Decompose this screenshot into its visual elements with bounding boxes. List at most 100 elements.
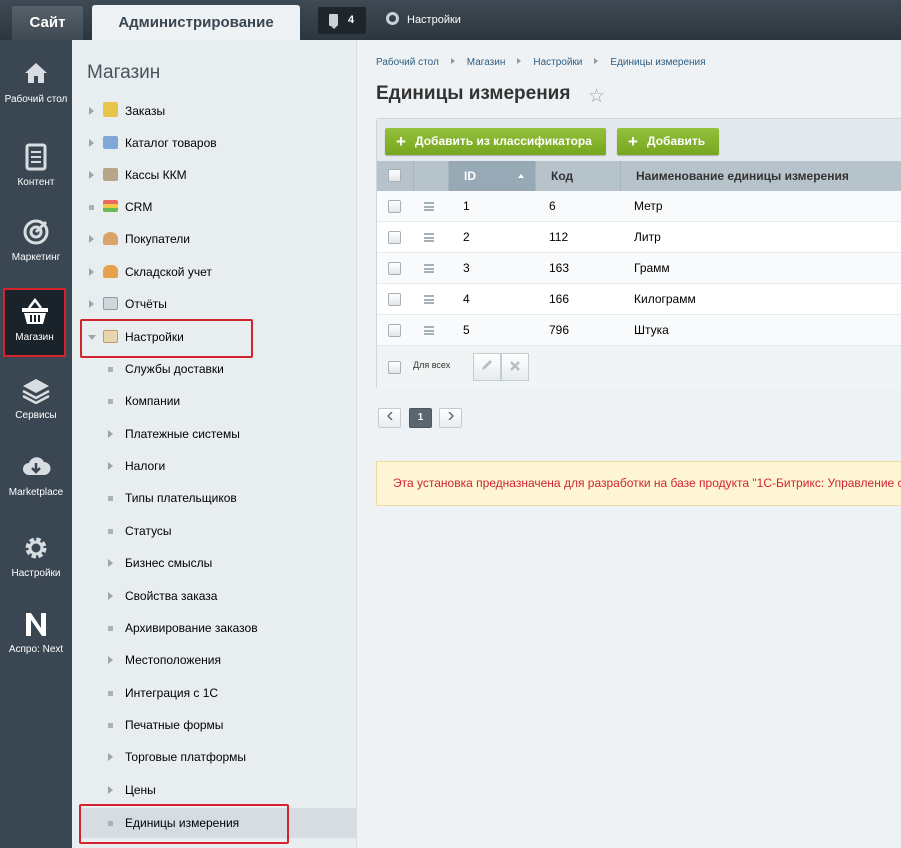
add-button[interactable]: + Добавить xyxy=(617,128,720,155)
header-label: ID xyxy=(464,169,476,183)
tree-subitem[interactable]: Цены xyxy=(72,775,357,805)
tree-item-customers[interactable]: Покупатели xyxy=(72,224,357,254)
tree-item-label: Платежные системы xyxy=(125,427,240,441)
tab-administration[interactable]: Администрирование xyxy=(92,5,300,40)
tree-subitem[interactable]: Статусы xyxy=(72,516,357,546)
bullet-icon xyxy=(108,529,113,534)
highlight-box xyxy=(79,804,289,844)
select-all-checkbox[interactable] xyxy=(388,169,401,182)
row-menu-icon[interactable] xyxy=(424,295,434,304)
tree-subitem[interactable]: Бизнес смыслы xyxy=(72,548,357,578)
row-checkbox[interactable] xyxy=(388,231,401,244)
expand-arrow-icon[interactable] xyxy=(89,235,94,243)
select-all-footer-checkbox[interactable] xyxy=(388,361,401,374)
document-icon xyxy=(0,143,72,171)
expand-arrow-icon[interactable] xyxy=(89,107,94,115)
expand-arrow-icon[interactable] xyxy=(108,786,113,794)
row-menu-icon[interactable] xyxy=(424,326,434,335)
bullet-icon xyxy=(108,367,113,372)
rail-item-aspro-next[interactable]: Аспро: Next xyxy=(0,610,72,685)
highlight-box xyxy=(80,319,253,358)
row-checkbox[interactable] xyxy=(388,262,401,275)
breadcrumb-item[interactable]: Настройки xyxy=(533,57,582,68)
settings-link[interactable]: Настройки xyxy=(386,12,461,26)
rail-label: Рабочий стол xyxy=(4,94,68,105)
tree-item-kkm[interactable]: Кассы ККМ xyxy=(72,160,357,190)
tree-item-label: Отчёты xyxy=(125,297,167,311)
tree-subitem[interactable]: Печатные формы xyxy=(72,710,357,740)
tree-subitem[interactable]: Торговые платформы xyxy=(72,742,357,772)
row-checkbox[interactable] xyxy=(388,293,401,306)
tree-subitem[interactable]: Службы доставки xyxy=(72,354,357,384)
tree-item-reports[interactable]: Отчёты xyxy=(72,289,357,319)
breadcrumb-item[interactable]: Единицы измерения xyxy=(610,57,705,68)
expand-arrow-icon[interactable] xyxy=(89,171,94,179)
expand-arrow-icon[interactable] xyxy=(108,462,113,470)
next-page-button[interactable] xyxy=(439,408,462,428)
rail-item-shop[interactable]: Магазин xyxy=(3,288,66,357)
row-menu-icon[interactable] xyxy=(424,202,434,211)
delete-button[interactable] xyxy=(501,353,529,381)
header-select-all xyxy=(377,161,413,191)
tree-item-label: CRM xyxy=(125,200,153,214)
table-row[interactable]: 4 166 Килограмм xyxy=(377,284,901,315)
home-icon xyxy=(0,60,72,88)
tree-subitem[interactable]: Интеграция с 1С xyxy=(72,678,357,708)
expand-arrow-icon[interactable] xyxy=(89,139,94,147)
row-checkbox[interactable] xyxy=(388,324,401,337)
rail-item-content[interactable]: Контент xyxy=(0,143,72,218)
header-name[interactable]: Наименование единицы измерения xyxy=(620,161,901,191)
tree-item-orders[interactable]: Заказы xyxy=(72,96,357,126)
expand-arrow-icon[interactable] xyxy=(108,559,113,567)
expand-arrow-icon[interactable] xyxy=(108,430,113,438)
tree-item-label: Статусы xyxy=(125,524,172,538)
table-row[interactable]: 2 112 Литр xyxy=(377,222,901,253)
row-menu-icon[interactable] xyxy=(424,233,434,242)
tree-item-warehouse[interactable]: Складской учет xyxy=(72,257,357,287)
header-id[interactable]: ID xyxy=(448,161,535,191)
rail-item-desktop[interactable]: Рабочий стол xyxy=(0,60,72,135)
tree-item-label: Компании xyxy=(125,394,181,408)
table-row[interactable]: 5 796 Штука xyxy=(377,315,901,346)
tree-subitem[interactable]: Архивирование заказов xyxy=(72,613,357,643)
tree-subitem[interactable]: Типы плательщиков xyxy=(72,483,357,513)
tree-item-label: Местоположения xyxy=(125,653,221,667)
breadcrumb-item[interactable]: Рабочий стол xyxy=(376,57,439,68)
edit-button[interactable] xyxy=(473,353,501,381)
expand-arrow-icon[interactable] xyxy=(89,300,94,308)
row-menu-icon[interactable] xyxy=(424,264,434,273)
tree-subitem[interactable]: Платежные системы xyxy=(72,419,357,449)
header-actions xyxy=(413,161,448,191)
tree-subitem[interactable]: Налоги xyxy=(72,451,357,481)
notifications-button[interactable]: 4 xyxy=(318,7,366,34)
rail-label: Маркетинг xyxy=(11,252,61,263)
row-checkbox[interactable] xyxy=(388,200,401,213)
prev-page-button[interactable] xyxy=(378,408,401,428)
breadcrumb-item[interactable]: Магазин xyxy=(467,57,506,68)
rail-item-marketplace[interactable]: Marketplace xyxy=(0,453,72,528)
expand-arrow-icon[interactable] xyxy=(108,592,113,600)
table-row[interactable]: 1 6 Метр xyxy=(377,191,901,222)
tree-subitem[interactable]: Местоположения xyxy=(72,645,357,675)
rail-item-settings[interactable]: Настройки xyxy=(0,534,72,609)
add-from-classifier-button[interactable]: + Добавить из классификатора xyxy=(385,128,606,155)
expand-arrow-icon[interactable] xyxy=(108,656,113,664)
tree-item-label: Кассы ККМ xyxy=(125,168,187,182)
page-number-current[interactable]: 1 xyxy=(409,408,432,428)
tree-item-crm[interactable]: CRM xyxy=(72,192,357,222)
cloud-download-icon xyxy=(0,453,72,481)
rail-item-services[interactable]: Сервисы xyxy=(0,376,72,451)
tree-subitem[interactable]: Компании xyxy=(72,386,357,416)
expand-arrow-icon[interactable] xyxy=(108,753,113,761)
notifications-count: 4 xyxy=(348,14,355,26)
table-row[interactable]: 3 163 Грамм xyxy=(377,253,901,284)
tab-site[interactable]: Сайт xyxy=(12,6,83,40)
rail-item-marketing[interactable]: Маркетинг xyxy=(0,218,72,293)
favorite-star-icon[interactable]: ☆ xyxy=(588,85,605,108)
target-icon xyxy=(0,218,72,246)
chevron-left-icon xyxy=(386,411,393,421)
expand-arrow-icon[interactable] xyxy=(89,268,94,276)
tree-subitem[interactable]: Свойства заказа xyxy=(72,581,357,611)
header-code[interactable]: Код xyxy=(535,161,620,191)
tree-item-catalog[interactable]: Каталог товаров xyxy=(72,128,357,158)
